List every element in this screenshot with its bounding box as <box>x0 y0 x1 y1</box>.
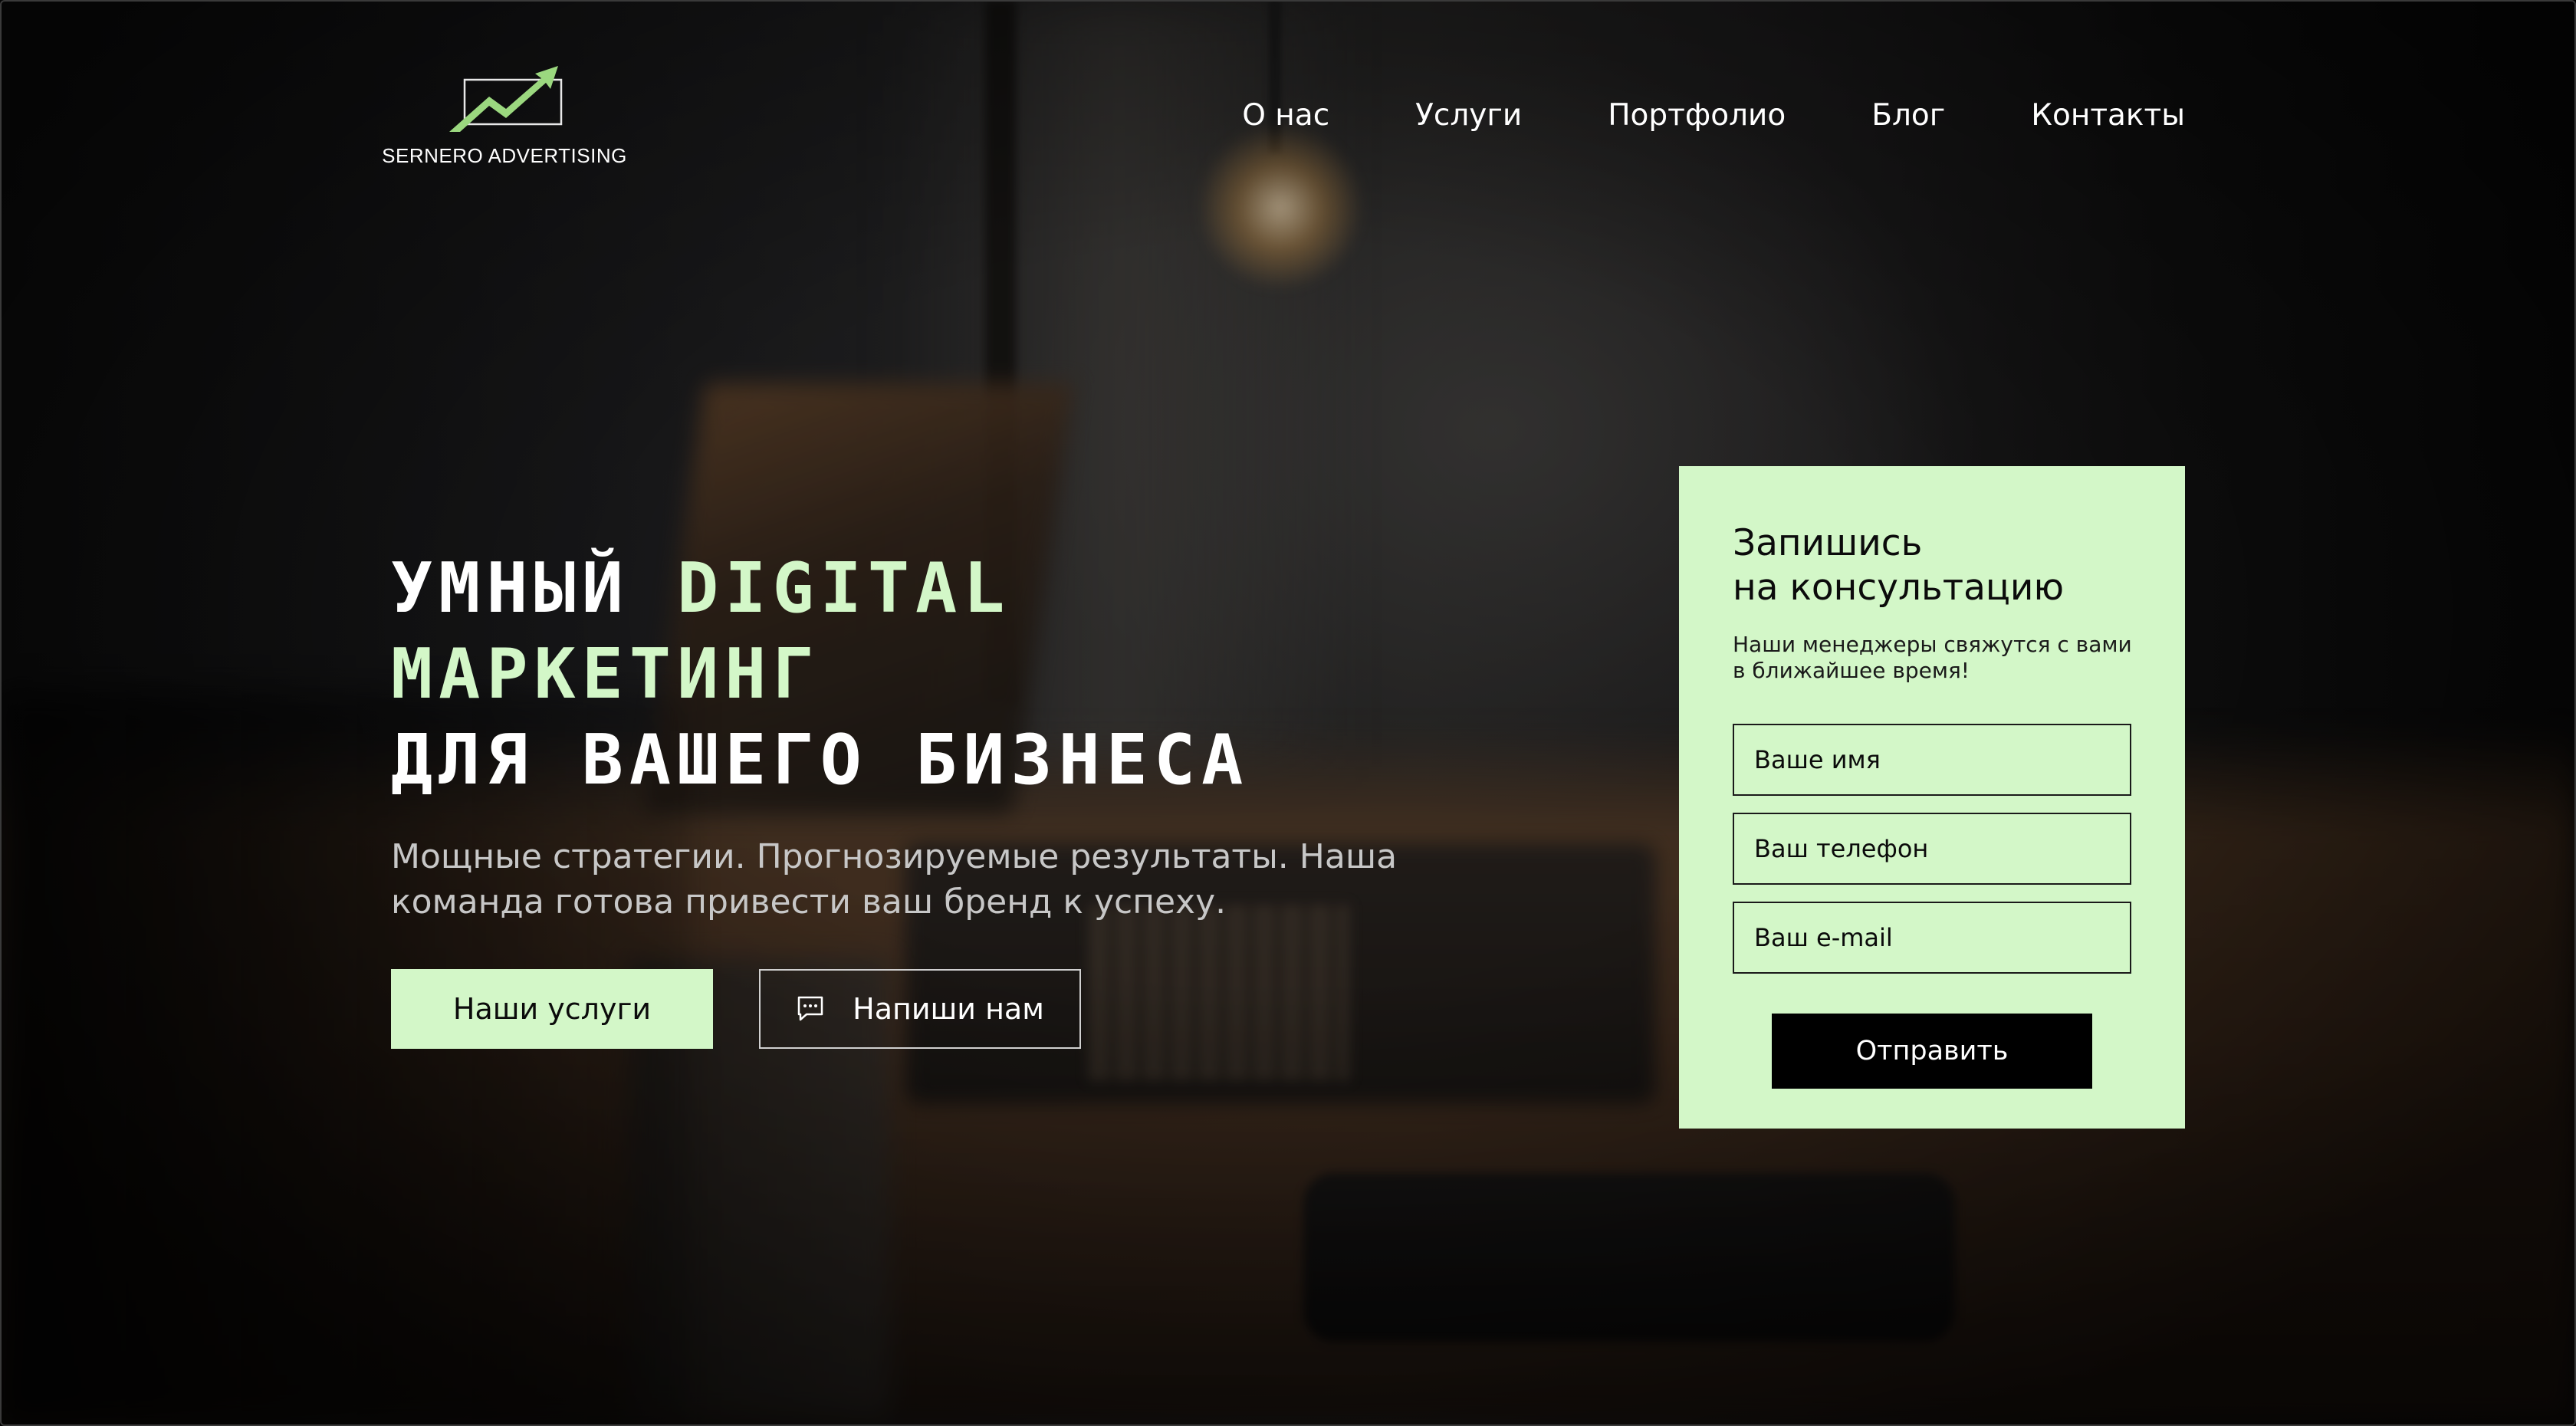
write-us-button[interactable]: Напиши нам <box>759 969 1081 1049</box>
submit-button-label: Отправить <box>1855 1036 2009 1066</box>
email-field[interactable] <box>1733 902 2131 974</box>
form-subtitle-line-1: Наши менеджеры свяжутся с вами <box>1733 632 2132 657</box>
hero-background-image <box>0 0 2576 1426</box>
form-title-line-1: Запишись <box>1733 522 1923 564</box>
hero-subtitle: Мощные стратегии. Прогнозируемые результ… <box>391 837 1398 922</box>
hero-title-line-2: маркетинг <box>391 634 820 715</box>
phone-field[interactable] <box>1733 813 2131 885</box>
hero-title: Умный Digital маркетинг для вашего бизне… <box>391 546 1249 803</box>
chat-bubble-icon <box>797 996 823 1021</box>
nav-item-about[interactable]: О нас <box>1242 98 1329 133</box>
nav-item-contacts[interactable]: Контакты <box>2031 98 2185 133</box>
trend-arrow-icon <box>449 66 563 132</box>
main-nav: О нас Услуги Портфолио Блог Контакты <box>1242 98 2185 133</box>
form-title: Запишись на консультацию <box>1733 521 2131 610</box>
write-us-button-label: Напиши нам <box>853 992 1044 1026</box>
hero-title-word-smart: Умный <box>391 548 678 629</box>
hero-title-line-1: Умный Digital <box>391 546 1249 632</box>
submit-button[interactable]: Отправить <box>1772 1014 2092 1089</box>
nav-item-services[interactable]: Услуги <box>1415 98 1522 133</box>
hero-title-line-3: для вашего бизнеса <box>391 720 1250 800</box>
name-field[interactable] <box>1733 724 2131 796</box>
landing-page: SERNERO ADVERTISING О нас Услуги Портфол… <box>0 0 2576 1426</box>
form-title-line-2: на консультацию <box>1733 567 2065 609</box>
our-services-button[interactable]: Наши услуги <box>391 969 713 1049</box>
brand-name: SERNERO ADVERTISING <box>382 144 627 167</box>
hero-title-word-digital: Digital <box>677 548 1011 629</box>
nav-item-blog[interactable]: Блог <box>1871 98 1945 133</box>
consultation-form: Запишись на консультацию Наши менеджеры … <box>1679 466 2185 1129</box>
our-services-button-label: Наши услуги <box>452 992 652 1026</box>
form-subtitle-line-2: в ближайшее время! <box>1733 658 1970 683</box>
form-fields <box>1733 724 2131 974</box>
form-subtitle: Наши менеджеры свяжутся с вами в ближайш… <box>1733 632 2132 684</box>
nav-item-portfolio[interactable]: Портфолио <box>1608 98 1786 133</box>
brand-logo[interactable]: SERNERO ADVERTISING <box>382 61 626 176</box>
